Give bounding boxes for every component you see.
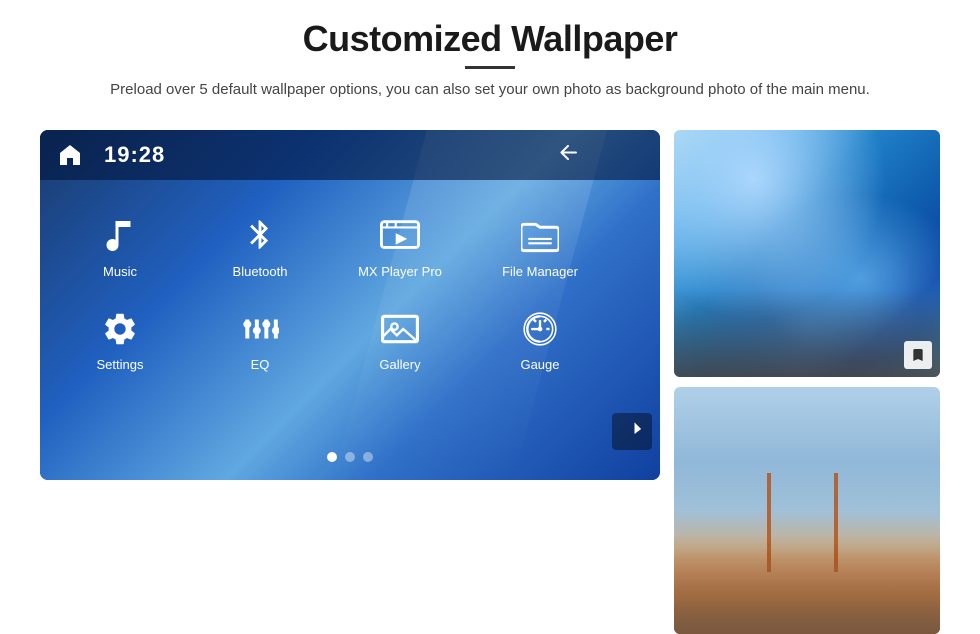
home-icon[interactable] (56, 143, 84, 167)
back-icon[interactable] (556, 142, 580, 167)
app-mxplayer-label: MX Player Pro (358, 264, 442, 279)
filemanager-icon (518, 214, 562, 258)
wallpaper-thumbnails (674, 130, 940, 634)
app-gauge-label: Gauge (520, 357, 559, 372)
app-eq[interactable]: EQ (190, 293, 330, 386)
music-icon (98, 214, 142, 258)
wallpaper-golden-gate[interactable] (674, 387, 940, 634)
page-subtitle: Preload over 5 default wallpaper options… (90, 79, 890, 102)
app-bluetooth[interactable]: Bluetooth (190, 200, 330, 293)
pagination-dot-2[interactable] (345, 452, 355, 462)
app-eq-label: EQ (251, 357, 270, 372)
skip-button[interactable] (612, 413, 652, 450)
wallpaper-ice-cave[interactable] (674, 130, 940, 377)
page-title: Customized Wallpaper (40, 18, 940, 60)
eq-icon (238, 307, 282, 351)
bridge-detail (674, 387, 940, 634)
mxplayer-icon (378, 214, 422, 258)
app-gallery[interactable]: Gallery (330, 293, 470, 386)
app-music-label: Music (103, 264, 137, 279)
gallery-icon (378, 307, 422, 351)
bookmark-icon (904, 341, 932, 369)
app-gauge[interactable]: Gauge (470, 293, 610, 386)
bluetooth-icon (238, 214, 282, 258)
app-bluetooth-label: Bluetooth (233, 264, 288, 279)
page-header: Customized Wallpaper Preload over 5 defa… (0, 0, 980, 112)
settings-icon (98, 307, 142, 351)
app-settings[interactable]: Settings (50, 293, 190, 386)
app-grid-row1: Music Bluetooth (40, 180, 620, 396)
app-settings-label: Settings (97, 357, 144, 372)
screen-topbar: 19:28 (40, 130, 660, 180)
app-filemanager[interactable]: File Manager (470, 200, 610, 293)
pagination-dot-1[interactable] (327, 452, 337, 462)
pagination-dot-3[interactable] (363, 452, 373, 462)
app-music[interactable]: Music (50, 200, 190, 293)
app-filemanager-label: File Manager (502, 264, 578, 279)
app-gallery-label: Gallery (379, 357, 420, 372)
car-screen: 19:28 Music (40, 130, 660, 480)
ice-cave-detail (674, 130, 940, 377)
app-mxplayer[interactable]: MX Player Pro (330, 200, 470, 293)
screen-time: 19:28 (104, 142, 165, 168)
gauge-icon (518, 307, 562, 351)
pagination-dots (327, 452, 373, 462)
title-underline (465, 66, 515, 69)
fog-layer (674, 560, 940, 634)
content-area: 19:28 Music (0, 112, 980, 634)
